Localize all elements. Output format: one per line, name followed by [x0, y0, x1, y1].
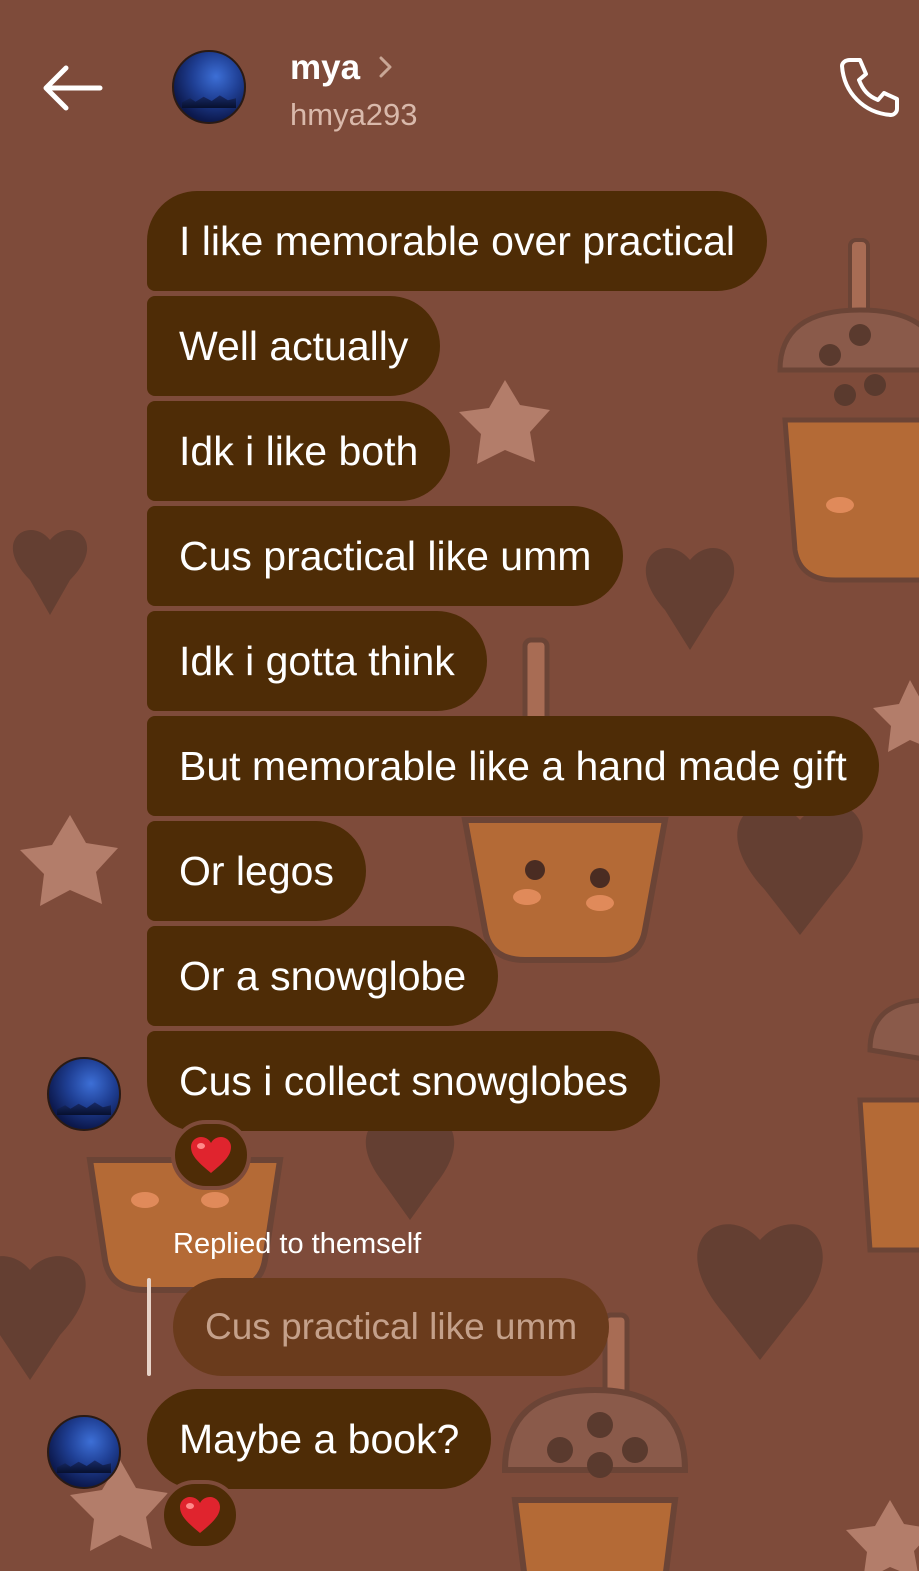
chat-header: mya hmya293 [0, 0, 919, 175]
message-bubble[interactable]: Cus i collect snowglobes [147, 1031, 660, 1131]
message-text: Idk i gotta think [179, 637, 455, 684]
heart-icon [180, 1497, 220, 1533]
back-button[interactable] [38, 58, 108, 118]
heart-decoration [697, 1224, 823, 1360]
quoted-text: Cus practical like umm [205, 1306, 578, 1347]
message-text: Idk i like both [179, 427, 419, 474]
message-bubble[interactable]: I like memorable over practical [147, 191, 767, 291]
reaction-badge[interactable] [171, 1120, 251, 1190]
star-decoration [459, 380, 550, 464]
heart-decoration [0, 1256, 86, 1380]
arrow-left-icon [43, 65, 103, 111]
heart-decoration [365, 1118, 455, 1220]
message-bubble[interactable]: But memorable like a hand made gift [147, 716, 879, 816]
message-text: Cus practical like umm [179, 532, 592, 579]
message-bubble[interactable]: Cus practical like umm [147, 506, 624, 606]
message-bubble[interactable]: Or legos [147, 821, 366, 921]
chevron-right-icon[interactable] [376, 52, 396, 82]
message-bubble[interactable]: Or a snowglobe [147, 926, 499, 1026]
heart-decoration [12, 529, 88, 615]
heart-icon [191, 1137, 231, 1173]
message-bubble[interactable]: Maybe a book? [147, 1389, 492, 1489]
heart-decoration [737, 804, 863, 935]
message-text: But memorable like a hand made gift [179, 742, 847, 789]
message-text: Cus i collect snowglobes [179, 1057, 628, 1104]
message-bubble[interactable]: Idk i like both [147, 401, 451, 501]
sender-avatar[interactable] [47, 1415, 121, 1489]
phone-icon [840, 58, 899, 117]
message-text: Well actually [179, 322, 409, 369]
boba-cup-decoration [777, 238, 919, 583]
message-bubble[interactable]: Idk i gotta think [147, 611, 487, 711]
message-text: Or legos [179, 847, 334, 894]
quoted-message[interactable]: Cus practical like umm [173, 1278, 610, 1376]
message-text: I like memorable over practical [179, 217, 735, 264]
star-decoration [20, 815, 118, 906]
call-button[interactable] [836, 54, 902, 120]
reaction-badge[interactable] [160, 1480, 240, 1550]
reply-label: Replied to themself [173, 1228, 422, 1260]
star-decoration [846, 1500, 919, 1571]
contact-name[interactable]: mya [290, 48, 360, 88]
message-text: Maybe a book? [179, 1415, 460, 1462]
sender-avatar[interactable] [47, 1057, 121, 1131]
contact-handle: hmya293 [290, 97, 418, 132]
reply-indicator-bar [147, 1278, 151, 1376]
boba-cup-decoration [857, 997, 919, 1253]
heart-decoration [645, 548, 735, 650]
star-decoration [873, 680, 919, 752]
contact-avatar[interactable] [172, 50, 246, 124]
message-bubble[interactable]: Well actually [147, 296, 441, 396]
message-text: Or a snowglobe [179, 952, 467, 999]
